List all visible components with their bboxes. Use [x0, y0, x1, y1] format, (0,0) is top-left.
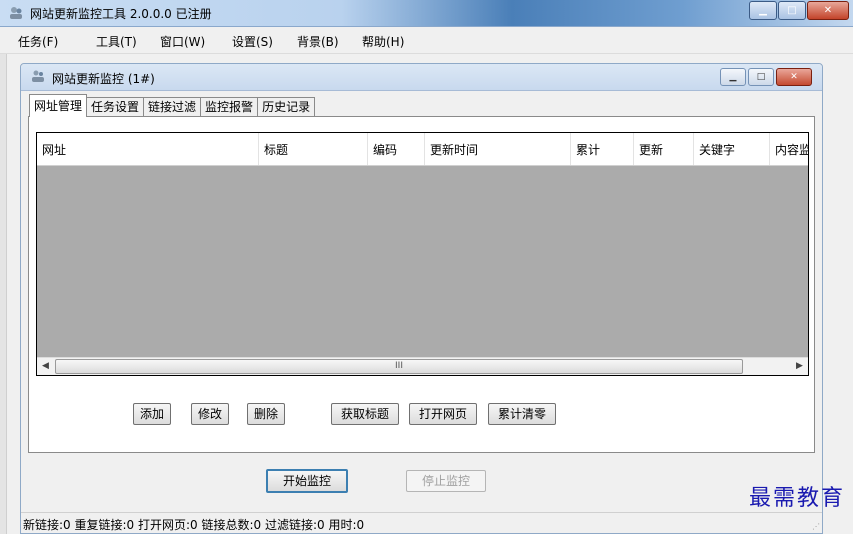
- tab-url-management[interactable]: 网址管理: [29, 94, 88, 117]
- url-management-panel: 网址 标题 编码 更新时间 累计 更新 关键字 内容监 ◀ III ▶ 添加 修…: [28, 116, 815, 453]
- tab-history[interactable]: 历史记录: [257, 97, 316, 117]
- child-close-button[interactable]: ✕: [776, 68, 812, 86]
- menu-bar: 任务(F) 工具(T) 窗口(W) 设置(S) 背景(B) 帮助(H): [0, 27, 853, 54]
- app-icon: [10, 7, 22, 19]
- child-minimize-button[interactable]: ▁: [720, 68, 746, 86]
- column-header-updated[interactable]: 更新: [634, 133, 694, 165]
- scroll-grip-marker: III: [395, 361, 403, 371]
- child-window-icon: [32, 70, 44, 82]
- start-monitor-button[interactable]: 开始监控: [266, 469, 348, 493]
- menu-settings[interactable]: 设置(S): [232, 33, 273, 50]
- column-header-update-time[interactable]: 更新时间: [425, 133, 571, 165]
- menu-window[interactable]: 窗口(W): [160, 33, 205, 50]
- monitor-child-window: 网站更新监控 (1#) ▁ □ ✕ 网址管理 任务设置 链接过滤 监控报警 历史…: [20, 63, 823, 534]
- tab-link-filter[interactable]: 链接过滤: [143, 97, 202, 117]
- menu-background[interactable]: 背景(B): [297, 33, 339, 50]
- status-text: 新链接:0 重复链接:0 打开网页:0 链接总数:0 过滤链接:0 用时:0: [23, 518, 365, 532]
- close-button[interactable]: ✕: [807, 1, 849, 20]
- add-button[interactable]: 添加: [133, 403, 171, 425]
- tab-strip: 网址管理 任务设置 链接过滤 监控报警 历史记录: [29, 94, 316, 117]
- column-header-keyword[interactable]: 关键字: [694, 133, 770, 165]
- reset-total-button[interactable]: 累计清零: [488, 403, 556, 425]
- scroll-left-icon[interactable]: ◀: [37, 358, 54, 375]
- column-header-encoding[interactable]: 编码: [368, 133, 425, 165]
- menu-tools[interactable]: 工具(T): [96, 33, 137, 50]
- close-icon: ✕: [790, 72, 798, 82]
- child-titlebar[interactable]: 网站更新监控 (1#) ▁ □ ✕: [21, 64, 822, 91]
- edit-button[interactable]: 修改: [191, 403, 229, 425]
- status-bar: 新链接:0 重复链接:0 打开网页:0 链接总数:0 过滤链接:0 用时:0 ⋰: [21, 512, 822, 533]
- open-page-button[interactable]: 打开网页: [409, 403, 477, 425]
- minimize-icon: ▁: [729, 72, 737, 82]
- column-header-title[interactable]: 标题: [259, 133, 368, 165]
- child-title: 网站更新监控 (1#): [52, 72, 155, 86]
- resize-grip-icon[interactable]: ⋰: [812, 522, 820, 531]
- window-titlebar[interactable]: 网站更新监控工具 2.0.0.0 已注册 ▁ □ ✕: [0, 0, 853, 27]
- tab-monitor-alert[interactable]: 监控报警: [200, 97, 259, 117]
- watermark-text: 最需教育: [748, 486, 845, 511]
- scroll-thumb[interactable]: III: [55, 359, 743, 374]
- maximize-icon: □: [787, 5, 797, 16]
- url-list[interactable]: 网址 标题 编码 更新时间 累计 更新 关键字 内容监 ◀ III ▶: [36, 132, 809, 376]
- scroll-right-icon[interactable]: ▶: [791, 358, 808, 375]
- stop-monitor-button[interactable]: 停止监控: [406, 470, 486, 492]
- maximize-button[interactable]: □: [778, 1, 806, 20]
- column-header-total[interactable]: 累计: [571, 133, 634, 165]
- list-header: 网址 标题 编码 更新时间 累计 更新 关键字 内容监: [37, 133, 808, 166]
- window-title: 网站更新监控工具 2.0.0.0 已注册: [30, 7, 212, 21]
- minimize-icon: ▁: [759, 5, 767, 16]
- close-icon: ✕: [823, 5, 833, 16]
- fetch-title-button[interactable]: 获取标题: [331, 403, 399, 425]
- menu-task[interactable]: 任务(F): [18, 33, 58, 50]
- column-header-url[interactable]: 网址: [37, 133, 259, 165]
- maximize-icon: □: [756, 72, 766, 82]
- child-maximize-button[interactable]: □: [748, 68, 774, 86]
- horizontal-scrollbar[interactable]: ◀ III ▶: [37, 357, 808, 375]
- delete-button[interactable]: 删除: [247, 403, 285, 425]
- tab-task-settings[interactable]: 任务设置: [86, 97, 145, 117]
- minimize-button[interactable]: ▁: [749, 1, 777, 20]
- desktop-edge: [0, 53, 7, 534]
- menu-help[interactable]: 帮助(H): [362, 33, 404, 50]
- column-header-content[interactable]: 内容监: [770, 133, 808, 165]
